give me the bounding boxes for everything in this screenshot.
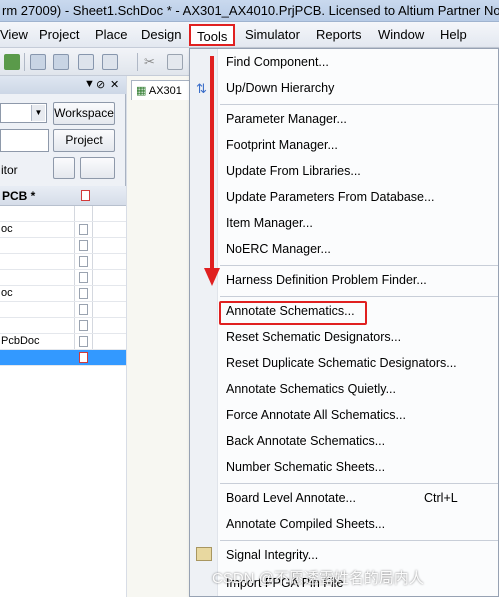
menu-annotate-compiled-sheets[interactable]: Annotate Compiled Sheets... — [226, 517, 385, 531]
workspace-combo[interactable]: ▼ — [0, 103, 47, 123]
hierarchy-icon: ⇅ — [196, 81, 207, 96]
schematic-doc-icon — [79, 352, 88, 363]
menu-number-schematic-sheets[interactable]: Number Schematic Sheets... — [226, 460, 385, 474]
document-icon — [79, 240, 88, 251]
editor-label: itor — [1, 163, 18, 177]
document-icon — [79, 272, 88, 283]
schematic-icon: ▦ — [136, 85, 147, 97]
pin-icon[interactable]: ⊘ — [96, 78, 105, 91]
copy-icon[interactable] — [167, 54, 183, 70]
menu-update-from-libraries[interactable]: Update From Libraries... — [226, 164, 361, 178]
menu-footprint-manager[interactable]: Footprint Manager... — [226, 138, 338, 152]
menu-design[interactable]: Design — [141, 27, 181, 42]
menu-window[interactable]: Window — [378, 27, 424, 42]
chevron-down-icon: ▼ — [31, 105, 45, 121]
list-item[interactable] — [0, 206, 126, 222]
zoom-area-icon[interactable] — [53, 54, 69, 70]
document-icon — [79, 256, 88, 267]
list-item[interactable]: oc — [0, 222, 126, 238]
close-icon[interactable]: ✕ — [110, 78, 119, 91]
document-icon — [79, 288, 88, 299]
menu-tools[interactable]: Tools — [189, 24, 236, 46]
project-button[interactable]: Project — [53, 129, 115, 152]
list-item[interactable] — [0, 238, 126, 254]
menu-help[interactable]: Help — [440, 27, 467, 42]
title-bar: rm 27009) - Sheet1.SchDoc * - AX301_AX40… — [0, 0, 499, 22]
menu-force-annotate-all-schematics[interactable]: Force Annotate All Schematics... — [226, 408, 406, 422]
compile-icon[interactable] — [53, 157, 75, 179]
dropdown-icon[interactable]: ▼ — [84, 78, 95, 90]
filter-icon[interactable] — [102, 54, 118, 70]
menu-board-level-annotate-label: Board Level Annotate... — [226, 491, 356, 505]
menu-harness-definition-problem-finder[interactable]: Harness Definition Problem Finder... — [226, 273, 427, 287]
toolbar-separator — [137, 53, 138, 71]
document-tab[interactable]: ▦ AX301 — [131, 80, 197, 100]
project-field[interactable] — [0, 129, 49, 152]
document-icon — [79, 336, 88, 347]
menu-noerc-manager[interactable]: NoERC Manager... — [226, 242, 331, 256]
list-item[interactable] — [0, 302, 126, 318]
menu-reset-duplicate-schematic-designators[interactable]: Reset Duplicate Schematic Designators... — [226, 356, 457, 370]
panel-header: ▼ ⊘ ✕ — [0, 76, 126, 94]
projects-panel: ▼ ⊘ ✕ ▼ Workspace Project itor PCB * oc … — [0, 76, 126, 597]
menu-annotate-schematics[interactable]: Annotate Schematics... — [226, 304, 355, 318]
menu-find-component[interactable]: Find Component... — [226, 55, 329, 69]
toolbar-separator — [24, 53, 25, 71]
menu-board-level-annotate[interactable]: Board Level Annotate... Ctrl+L — [226, 491, 458, 505]
menu-separator — [220, 296, 498, 297]
document-icon — [79, 320, 88, 331]
zoom-icon[interactable] — [30, 54, 46, 70]
list-item[interactable] — [0, 270, 126, 286]
menu-place[interactable]: Place — [95, 27, 128, 42]
menu-separator — [220, 265, 498, 266]
list-item[interactable]: PcbDoc — [0, 334, 126, 350]
menu-item-manager[interactable]: Item Manager... — [226, 216, 313, 230]
menu-bar: View Project Place Design Tools Simulato… — [0, 22, 499, 48]
watermark: CSDN @不愿透露姓名的局内人 — [212, 570, 424, 587]
window-title: rm 27009) - Sheet1.SchDoc * - AX301_AX40… — [2, 3, 499, 18]
menu-parameter-manager[interactable]: Parameter Manager... — [226, 112, 347, 126]
project-doc-icon — [81, 190, 90, 201]
save-icon[interactable] — [4, 54, 20, 70]
list-item-selected[interactable] — [0, 350, 126, 366]
list-item[interactable]: oc — [0, 286, 126, 302]
menu-signal-integrity[interactable]: Signal Integrity... — [226, 548, 318, 562]
shortcut-ctrl-l: Ctrl+L — [424, 491, 458, 505]
document-icon — [79, 304, 88, 315]
menu-simulator[interactable]: Simulator — [245, 27, 300, 42]
list-item[interactable] — [0, 318, 126, 334]
list-item[interactable] — [0, 254, 126, 270]
menu-separator — [220, 540, 498, 541]
menu-reports[interactable]: Reports — [316, 27, 362, 42]
menu-back-annotate-schematics[interactable]: Back Annotate Schematics... — [226, 434, 385, 448]
cut-icon[interactable]: ✂ — [144, 54, 160, 70]
menu-view[interactable]: View — [0, 27, 28, 42]
menu-project[interactable]: Project — [39, 27, 79, 42]
project-name[interactable]: PCB * — [0, 186, 126, 206]
menu-reset-schematic-designators[interactable]: Reset Schematic Designators... — [226, 330, 401, 344]
menu-annotate-schematics-quietly[interactable]: Annotate Schematics Quietly... — [226, 382, 396, 396]
menu-icon-strip — [190, 49, 218, 596]
project-file-list: PCB * oc oc PcbDoc — [0, 186, 126, 597]
tools-dropdown-menu: ⇅ Find Component... Up/Down Hierarchy Pa… — [189, 48, 499, 597]
menu-separator — [220, 104, 498, 105]
document-icon — [79, 224, 88, 235]
menu-up-down-hierarchy[interactable]: Up/Down Hierarchy — [226, 81, 334, 95]
signal-integrity-icon — [196, 547, 212, 561]
folder-menu-icon[interactable] — [80, 157, 115, 179]
menu-update-parameters-from-database[interactable]: Update Parameters From Database... — [226, 190, 434, 204]
workspace-button[interactable]: Workspace — [53, 102, 115, 125]
select-icon[interactable] — [78, 54, 94, 70]
menu-separator — [220, 483, 498, 484]
